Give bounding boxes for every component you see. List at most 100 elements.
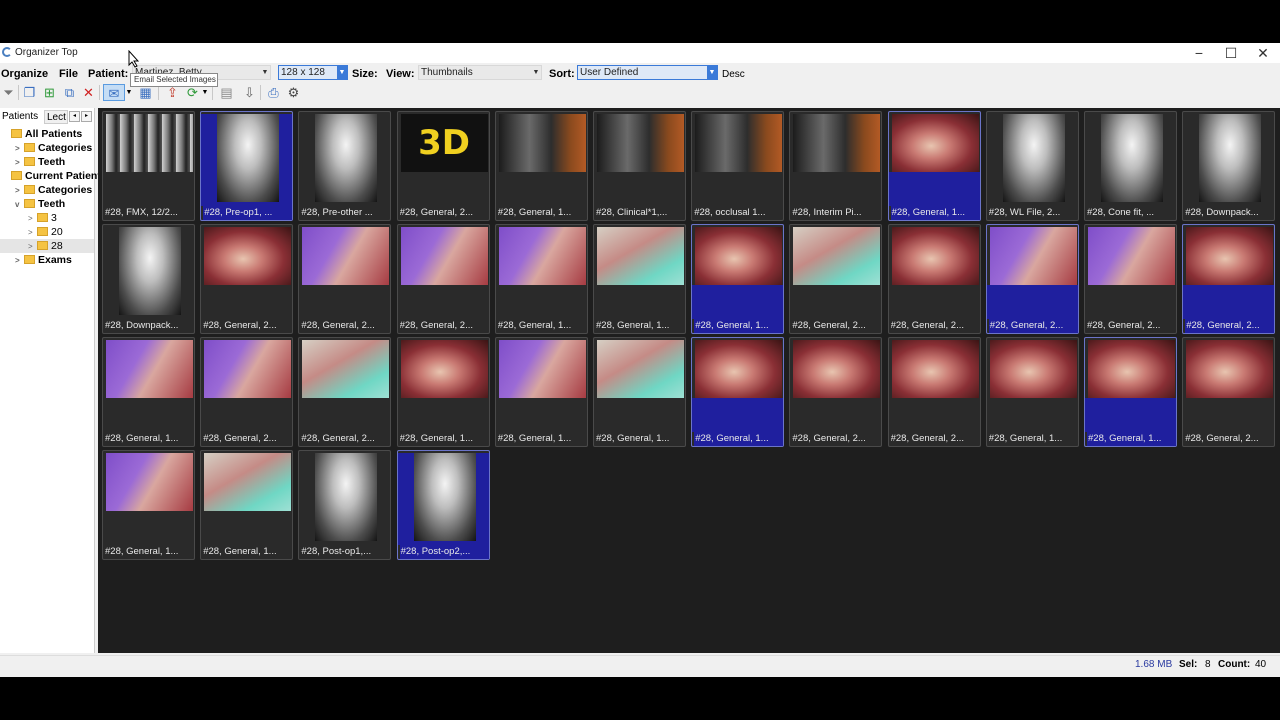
image-tile[interactable]: #28, General, 1... <box>593 337 686 447</box>
chevron-right-icon[interactable]: > <box>15 142 24 156</box>
thumb-size-select[interactable]: 128 x 128 ▼ <box>278 65 348 80</box>
image-tile[interactable]: #28, Downpack... <box>1182 111 1276 221</box>
image-thumbnail[interactable] <box>1186 227 1274 285</box>
image-tile[interactable]: #28, General, 2... <box>789 337 883 447</box>
image-thumbnail[interactable] <box>302 340 390 398</box>
image-tile[interactable]: #28, General, 2... <box>200 224 294 334</box>
minimize-button[interactable]: − <box>1182 43 1216 63</box>
database-icon[interactable]: ▤ <box>218 84 235 101</box>
image-thumbnail[interactable] <box>989 227 1077 285</box>
image-tile[interactable]: #28, General, 2... <box>396 224 490 334</box>
image-thumbnail[interactable] <box>793 340 881 398</box>
image-tile[interactable]: #28, General, 1... <box>887 111 981 221</box>
image-thumbnail[interactable] <box>204 340 292 398</box>
image-tile[interactable]: #28, General, 2... <box>1084 224 1177 334</box>
image-tile[interactable]: #28, General, 2... <box>887 224 981 334</box>
image-tile[interactable]: #28, General, 2... <box>298 337 392 447</box>
image-thumbnail[interactable] <box>302 227 390 285</box>
image-thumbnail[interactable] <box>1199 114 1262 202</box>
tab-scroll-right-icon[interactable]: ▸ <box>81 111 92 122</box>
print-icon[interactable]: ⎙ <box>265 84 282 101</box>
image-tile[interactable]: 3D #28, General, 2... <box>396 111 490 221</box>
image-tile[interactable]: #28, Downpack... <box>102 224 195 334</box>
image-thumbnail[interactable] <box>989 340 1077 398</box>
image-thumbnail[interactable]: 3D <box>400 114 488 172</box>
image-tile[interactable]: #28, General, 1... <box>691 337 785 447</box>
image-tile[interactable]: #28, Interim Pi... <box>789 111 883 221</box>
image-thumbnail[interactable] <box>891 114 979 172</box>
image-thumbnail[interactable] <box>597 340 684 398</box>
tree-item[interactable]: > Categories <box>0 183 94 197</box>
image-thumbnail[interactable] <box>498 114 586 172</box>
filter-icon[interactable]: ⏷ <box>0 84 17 101</box>
image-thumbnail[interactable] <box>498 340 586 398</box>
tree-item[interactable]: Current Patient <box>0 169 101 183</box>
image-tile[interactable]: #28, General, 2... <box>200 337 294 447</box>
image-tile[interactable]: #28, occlusal 1... <box>691 111 785 221</box>
add-icon[interactable]: ⊞ <box>41 84 58 101</box>
maximize-button[interactable]: ☐ <box>1214 43 1248 63</box>
tree-item[interactable]: >28 <box>0 239 94 253</box>
image-thumbnail[interactable] <box>1101 114 1163 202</box>
image-tile[interactable]: #28, General, 1... <box>1084 337 1177 447</box>
image-tile[interactable]: #28, General, 1... <box>494 111 588 221</box>
image-thumbnail[interactable] <box>695 340 783 398</box>
image-thumbnail[interactable] <box>1088 340 1175 398</box>
view-select[interactable]: Thumbnails ▼ <box>418 65 542 80</box>
tree-item[interactable]: All Patients <box>0 127 94 141</box>
image-thumbnail[interactable] <box>793 114 881 172</box>
image-thumbnail[interactable] <box>597 114 684 172</box>
image-thumbnail[interactable] <box>891 340 979 398</box>
image-tile[interactable]: #28, General, 2... <box>789 224 883 334</box>
tree-item[interactable]: > Categories <box>0 141 94 155</box>
image-thumbnail[interactable] <box>106 340 193 398</box>
chevron-right-icon[interactable]: > <box>28 212 37 226</box>
image-thumbnail[interactable] <box>204 453 292 511</box>
tree-item[interactable]: >20 <box>0 225 94 239</box>
tree-item[interactable]: > Exams <box>0 253 94 267</box>
image-tile[interactable]: #28, General, 2... <box>1182 337 1276 447</box>
image-tile[interactable]: #28, General, 1... <box>593 224 686 334</box>
email-icon[interactable]: ✉ <box>103 84 125 101</box>
image-tile[interactable]: #28, General, 1... <box>494 337 588 447</box>
image-tile[interactable]: #28, General, 1... <box>494 224 588 334</box>
chevron-right-icon[interactable]: > <box>15 254 24 268</box>
image-thumbnail[interactable] <box>695 227 783 285</box>
image-thumbnail[interactable] <box>891 227 979 285</box>
image-tile[interactable]: #28, General, 1... <box>102 337 195 447</box>
image-thumbnail[interactable] <box>315 114 378 202</box>
image-thumbnail[interactable] <box>1002 114 1065 202</box>
image-tile[interactable]: #28, General, 1... <box>102 450 195 560</box>
delete-icon[interactable]: ✕ <box>80 84 97 101</box>
image-tile[interactable]: #28, WL File, 2... <box>985 111 1079 221</box>
tab-lect[interactable]: Lect <box>44 110 68 124</box>
crop-icon[interactable]: ⧉ <box>61 84 78 101</box>
image-thumbnail[interactable] <box>204 227 292 285</box>
chevron-right-icon[interactable]: > <box>28 226 37 240</box>
image-tile[interactable]: #28, General, 2... <box>985 224 1079 334</box>
image-thumbnail[interactable] <box>695 114 783 172</box>
chevron-right-icon[interactable]: > <box>15 184 24 198</box>
image-thumbnail[interactable] <box>119 227 181 315</box>
tab-patients[interactable]: Patients <box>0 110 41 124</box>
chevron-right-icon[interactable]: > <box>15 156 24 170</box>
menu-file[interactable]: File <box>59 68 78 80</box>
image-thumbnail[interactable] <box>1088 227 1175 285</box>
tab-scroll-left-icon[interactable]: ◂ <box>69 111 80 122</box>
image-tile[interactable]: #28, Pre-op1, ... <box>200 111 294 221</box>
tree-item[interactable]: > Teeth <box>0 155 94 169</box>
chevron-down-icon[interactable]: v <box>15 198 24 212</box>
image-tile[interactable]: #28, General, 1... <box>691 224 785 334</box>
image-thumbnail[interactable] <box>217 114 280 202</box>
sort-select[interactable]: User Defined ▼ <box>577 65 718 80</box>
image-thumbnail[interactable] <box>498 227 586 285</box>
close-button[interactable]: ✕ <box>1246 43 1280 63</box>
image-thumbnail[interactable] <box>597 227 684 285</box>
image-thumbnail[interactable] <box>106 453 193 511</box>
image-thumbnail[interactable] <box>106 114 193 172</box>
menu-organize[interactable]: Organize <box>1 68 48 80</box>
image-thumbnail[interactable] <box>400 340 488 398</box>
image-tile[interactable]: #28, Clinical*1,... <box>593 111 686 221</box>
image-tile[interactable]: #28, Post-op2,... <box>396 450 490 560</box>
settings-icon[interactable]: ⚙ <box>285 84 302 101</box>
